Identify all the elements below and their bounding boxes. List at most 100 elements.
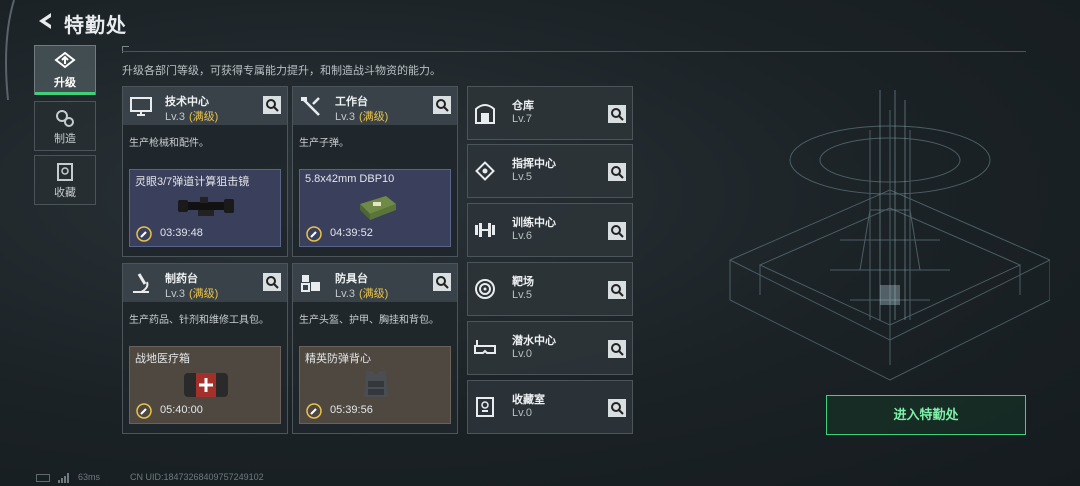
maxed-label: (满级) — [358, 111, 389, 123]
department-row-diving-center[interactable]: 潜水中心 Lv.0 — [467, 321, 633, 375]
facility-name: 防具台 — [335, 273, 368, 285]
tab-upgrade[interactable]: 升级 — [34, 45, 96, 95]
search-icon[interactable] — [263, 96, 281, 114]
tab-collection[interactable]: 收藏 — [34, 155, 96, 205]
maxed-label: (满级) — [188, 288, 219, 300]
facility-level: Lv.3 (满级) — [335, 288, 389, 300]
department-name: 潜水中心 — [512, 335, 556, 347]
search-icon[interactable] — [608, 399, 626, 417]
production-timer: 04:39:52 — [330, 227, 373, 239]
department-name: 收藏室 — [512, 394, 545, 406]
department-level: Lv.5 — [512, 289, 532, 301]
department-name: 训练中心 — [512, 217, 556, 229]
facility-description: 生产子弹。 — [299, 138, 349, 149]
search-icon[interactable] — [263, 273, 281, 291]
facility-name: 制药台 — [165, 273, 198, 285]
top-bar: 特勤处 — [0, 0, 1080, 44]
facility-description: 生产药品、针剂和维修工具包。 — [129, 315, 269, 326]
collection-icon — [57, 163, 73, 181]
department-name: 指挥中心 — [512, 158, 556, 170]
search-icon[interactable] — [433, 96, 451, 114]
signal-icon — [58, 473, 69, 483]
battery-icon — [36, 474, 50, 482]
ammo-box-image — [360, 196, 396, 220]
department-row-warehouse[interactable]: 仓库 Lv.7 — [467, 86, 633, 140]
back-arrow-icon[interactable] — [34, 10, 56, 32]
facility-card-armor-bench[interactable]: 防具台 Lv.3 (满级) 生产头盔、护甲、胸挂和背包。 精英防弹背心 05:39… — [292, 263, 458, 434]
production-item-name: 5.8x42mm DBP10 — [305, 173, 395, 185]
gears-icon — [56, 110, 74, 127]
search-icon[interactable] — [608, 222, 626, 240]
user-uid: CN UID:18473268409757249102 — [130, 472, 264, 482]
facility-name: 工作台 — [335, 96, 368, 108]
department-level: Lv.0 — [512, 348, 532, 360]
maxed-label: (满级) — [188, 111, 219, 123]
search-icon[interactable] — [433, 273, 451, 291]
wrench-timer-icon — [136, 226, 152, 242]
production-slot[interactable]: 战地医疗箱 05:40:00 — [129, 346, 281, 424]
facility-level: Lv.3 (满级) — [165, 288, 219, 300]
department-row-collection-room[interactable]: 收藏室 Lv.0 — [467, 380, 633, 434]
department-level: Lv.6 — [512, 230, 532, 242]
tools-icon — [301, 97, 320, 116]
tab-craft-label: 制造 — [54, 133, 76, 145]
tab-collection-label: 收藏 — [54, 187, 76, 199]
upgrade-icon — [54, 52, 76, 69]
facility-card-tech-center[interactable]: 技术中心 Lv.3 (满级) 生产枪械和配件。 灵眼3/7弹道计算狙击镜 03:3… — [122, 86, 288, 257]
production-item-name: 精英防弹背心 — [305, 353, 371, 365]
department-row-shooting-range[interactable]: 靶场 Lv.5 — [467, 262, 633, 316]
facility-description: 生产头盔、护甲、胸挂和背包。 — [299, 315, 439, 326]
maxed-label: (满级) — [358, 288, 389, 300]
department-row-training-center[interactable]: 训练中心 Lv.6 — [467, 203, 633, 257]
enter-hq-button[interactable]: 进入特勤处 — [826, 395, 1026, 435]
department-name: 仓库 — [512, 100, 534, 112]
production-slot[interactable]: 5.8x42mm DBP10 04:39:52 — [299, 169, 451, 247]
wrench-timer-icon — [306, 403, 322, 419]
card-header: 制药台 Lv.3 (满级) — [123, 264, 287, 302]
facility-card-pharmacy[interactable]: 制药台 Lv.3 (满级) 生产药品、针剂和维修工具包。 战地医疗箱 05:40:… — [122, 263, 288, 434]
monitor-icon — [130, 97, 152, 116]
search-icon[interactable] — [608, 163, 626, 181]
card-header: 工作台 Lv.3 (满级) — [293, 87, 457, 125]
tab-craft[interactable]: 制造 — [34, 101, 96, 151]
target-icon — [475, 279, 495, 299]
production-timer: 05:40:00 — [160, 404, 203, 416]
search-icon[interactable] — [608, 340, 626, 358]
production-slot[interactable]: 精英防弹背心 05:39:56 — [299, 346, 451, 424]
department-level: Lv.7 — [512, 113, 532, 125]
facility-card-workbench[interactable]: 工作台 Lv.3 (满级) 生产子弹。 5.8x42mm DBP10 04:39:… — [292, 86, 458, 257]
tab-upgrade-label: 升级 — [54, 77, 76, 89]
department-name: 靶场 — [512, 276, 534, 288]
chip-icon — [475, 161, 495, 181]
production-item-name: 战地医疗箱 — [135, 353, 190, 365]
warehouse-icon — [475, 104, 495, 124]
wrench-timer-icon — [306, 226, 322, 242]
header-divider — [122, 51, 1026, 52]
page-title: 特勤处 — [64, 15, 127, 37]
search-icon[interactable] — [608, 281, 626, 299]
microscope-icon — [133, 273, 149, 293]
vest-image — [364, 371, 388, 397]
facility-level: Lv.3 (满级) — [165, 111, 219, 123]
card-header: 技术中心 Lv.3 (满级) — [123, 87, 287, 125]
production-timer: 05:39:56 — [330, 404, 373, 416]
production-timer: 03:39:48 — [160, 227, 203, 239]
hq-hologram-image — [728, 90, 1050, 381]
facility-description: 生产枪械和配件。 — [129, 138, 209, 149]
status-footer: 63ms CN UID:18473268409757249102 — [0, 470, 1080, 486]
department-row-command-center[interactable]: 指挥中心 Lv.5 — [467, 144, 633, 198]
diving-mask-icon — [474, 340, 496, 354]
medkit-image — [184, 373, 228, 397]
ping-readout: 63ms — [78, 472, 101, 482]
card-header: 防具台 Lv.3 (满级) — [293, 264, 457, 302]
production-slot[interactable]: 灵眼3/7弹道计算狙击镜 03:39:48 — [129, 169, 281, 247]
department-level: Lv.5 — [512, 171, 532, 183]
wrench-timer-icon — [136, 403, 152, 419]
trophy-icon — [476, 397, 494, 417]
facility-name: 技术中心 — [165, 96, 209, 108]
scope-image — [178, 197, 234, 216]
armor-icon — [301, 275, 320, 292]
department-level: Lv.0 — [512, 407, 532, 419]
production-item-name: 灵眼3/7弹道计算狙击镜 — [135, 176, 250, 188]
search-icon[interactable] — [608, 105, 626, 123]
